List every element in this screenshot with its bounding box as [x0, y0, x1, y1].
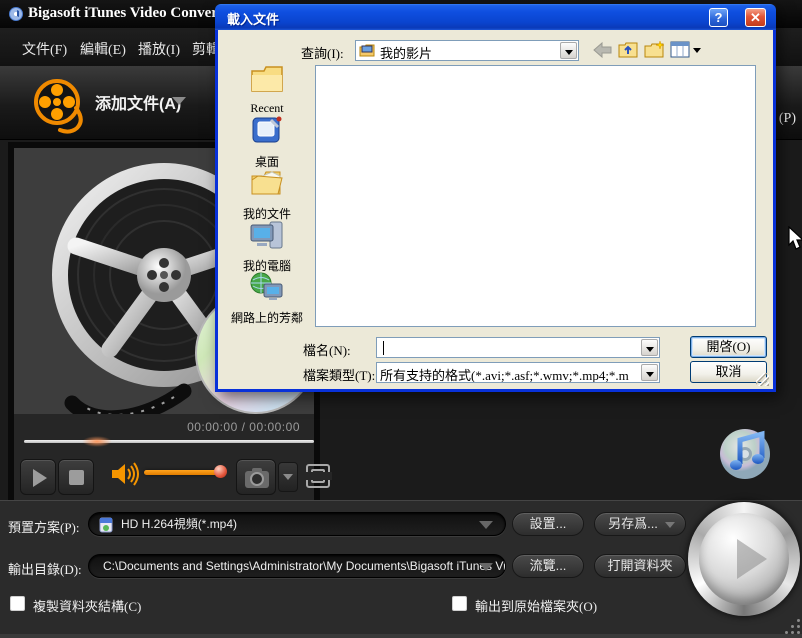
place-label: 網路上的芳鄰 — [224, 309, 310, 326]
network-icon — [250, 272, 284, 302]
new-folder-icon[interactable] — [644, 40, 665, 59]
copy-structure-checkbox[interactable] — [10, 596, 25, 611]
file-type-select[interactable]: 所有支持的格式(*.avi;*.asf;*.wmv;*.mp4;*.m — [376, 362, 660, 383]
menu-edit[interactable]: 編輯(E) — [80, 39, 126, 59]
add-files-dropdown-icon[interactable] — [172, 97, 186, 105]
menu-play[interactable]: 播放(I) — [138, 39, 180, 59]
file-type-label: 檔案類型(T): — [303, 365, 375, 384]
place-my-documents[interactable]: 我的文件 — [224, 168, 310, 222]
file-name-dropdown-icon[interactable] — [641, 339, 658, 356]
view-menu-icon[interactable] — [670, 41, 690, 58]
output-original-label: 輸出到原始檔案夾(O) — [475, 596, 597, 615]
menu-file[interactable]: 文件(F) — [22, 39, 67, 59]
open-folder-button[interactable]: 打開資料夾 — [594, 554, 686, 578]
file-name-label: 檔名(N): — [303, 340, 351, 359]
copy-structure-label: 複製資料夾結構(C) — [33, 596, 141, 615]
close-button[interactable]: ✕ — [745, 8, 766, 27]
browse-button[interactable]: 流覽... — [512, 554, 584, 578]
itunes-icon — [718, 424, 776, 482]
file-type-dropdown-icon[interactable] — [641, 364, 658, 381]
add-files-button[interactable]: 添加文件(A) — [95, 90, 181, 114]
settings-button[interactable]: 設置... — [512, 512, 584, 536]
preset-label: 預置方案(P): — [8, 517, 80, 536]
output-dir-combo[interactable]: C:\Documents and Settings\Administrator\… — [88, 554, 506, 578]
help-button[interactable]: ? — [709, 8, 728, 27]
screen: Bigasoft iTunes Video Converter 文件(F) 編輯… — [0, 0, 802, 638]
mouse-cursor — [788, 226, 802, 252]
app-title: Bigasoft iTunes Video Converter — [28, 5, 236, 22]
dialog-titlebar[interactable]: 載入文件 ? ✕ — [215, 4, 776, 30]
camera-icon — [244, 467, 270, 489]
up-folder-icon[interactable] — [618, 40, 638, 59]
look-in-combo[interactable]: 我的影片 — [355, 40, 579, 61]
recent-folder-icon — [250, 64, 284, 94]
my-documents-icon — [250, 168, 284, 198]
output-dir-label: 輸出目錄(D): — [8, 559, 82, 578]
stop-button[interactable] — [58, 459, 94, 495]
my-computer-icon — [250, 220, 284, 250]
place-label: Recent — [224, 101, 310, 116]
view-menu-dropdown-icon[interactable] — [693, 48, 701, 53]
volume-knob[interactable] — [214, 465, 227, 478]
play-icon — [33, 469, 47, 487]
add-files-reel-icon[interactable] — [30, 76, 92, 134]
output-settings-panel: 預置方案(P): HD H.264視頻(*.mp4) 設置... 另存爲... … — [0, 500, 802, 638]
file-list[interactable] — [315, 65, 756, 327]
look-in-dropdown-icon[interactable] — [560, 42, 577, 59]
player-controls: 00:00:00 / 00:00:00 — [8, 414, 320, 500]
desktop-icon — [251, 116, 283, 146]
seek-position-glow — [82, 436, 112, 447]
place-network[interactable]: 網路上的芳鄰 — [224, 272, 310, 326]
convert-play-icon — [737, 539, 767, 579]
volume-slider[interactable] — [144, 470, 222, 475]
dialog-resize-grip[interactable] — [756, 373, 769, 386]
stop-icon — [69, 470, 84, 485]
fullscreen-button[interactable] — [306, 464, 330, 488]
play-button[interactable] — [20, 459, 56, 495]
speaker-icon[interactable] — [110, 461, 140, 487]
place-desktop[interactable]: 桌面 — [224, 116, 310, 170]
look-in-value: 我的影片 — [380, 43, 432, 62]
preset-format-icon — [99, 517, 114, 533]
look-in-label: 查詢(I): — [301, 43, 344, 62]
chevron-down-icon — [283, 474, 293, 480]
save-as-button[interactable]: 另存爲... — [594, 512, 686, 536]
file-type-value: 所有支持的格式(*.avi;*.asf;*.wmv;*.mp4;*.m — [380, 365, 629, 383]
output-original-checkbox[interactable] — [452, 596, 467, 611]
seek-bar[interactable] — [24, 440, 314, 443]
file-name-input[interactable] — [376, 337, 660, 358]
output-dir-dropdown-icon — [479, 563, 493, 571]
back-icon[interactable] — [592, 41, 614, 59]
my-videos-icon — [359, 43, 375, 58]
toolbar-right-partial-label[interactable]: (P) — [779, 111, 796, 127]
app-icon — [8, 6, 24, 22]
text-caret — [383, 341, 384, 355]
save-as-label: 另存爲... — [608, 516, 658, 531]
dialog-body: 查詢(I): 我的影片 — [215, 30, 776, 392]
save-as-dropdown-icon — [665, 522, 675, 528]
snapshot-button[interactable] — [236, 459, 276, 495]
place-recent[interactable]: Recent — [224, 64, 310, 116]
load-file-dialog: 載入文件 ? ✕ 查詢(I): 我的影片 — [215, 4, 776, 392]
output-dir-value: C:\Documents and Settings\Administrator\… — [103, 559, 506, 573]
convert-button-face — [699, 513, 789, 605]
open-button[interactable]: 開啓(O) — [690, 336, 767, 358]
preset-dropdown-icon — [479, 521, 493, 529]
resize-grip[interactable] — [784, 618, 800, 634]
dialog-title: 載入文件 — [227, 9, 279, 28]
preset-value: HD H.264視頻(*.mp4) — [121, 513, 237, 535]
convert-button[interactable] — [688, 502, 800, 616]
place-my-computer[interactable]: 我的電腦 — [224, 220, 310, 274]
snapshot-dropdown[interactable] — [278, 462, 298, 492]
time-display: 00:00:00 / 00:00:00 — [187, 420, 300, 434]
preset-combo[interactable]: HD H.264視頻(*.mp4) — [88, 512, 506, 536]
